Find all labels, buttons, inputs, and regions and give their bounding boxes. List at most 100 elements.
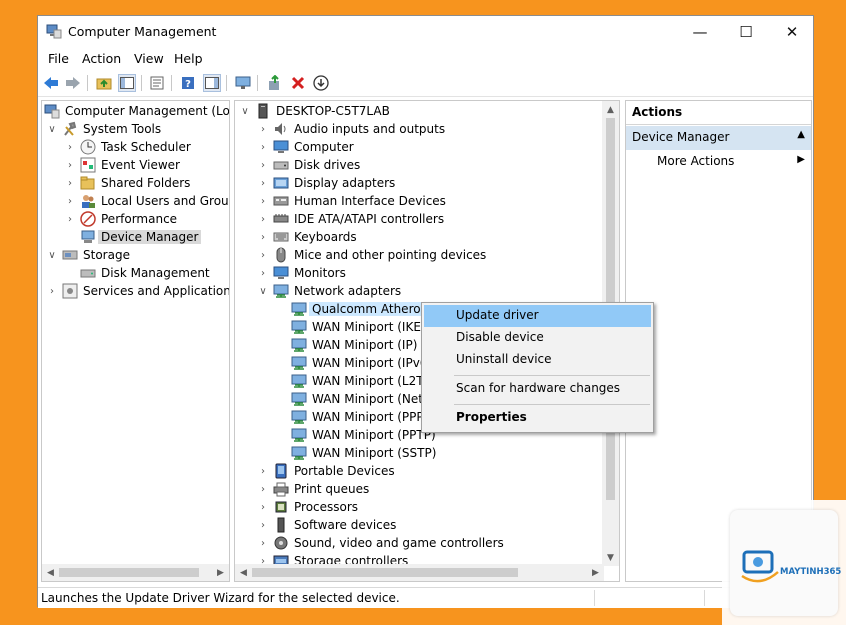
tree-item-keyboards[interactable]: › Keyboards	[257, 228, 357, 246]
tree-item-software-devices[interactable]: › Software devices	[257, 516, 396, 534]
tree-item-network-adapter[interactable]: WAN Miniport (PPTP)	[291, 426, 436, 444]
scroll-up-arrow[interactable]: ▲	[602, 101, 619, 118]
chevron-right-icon[interactable]: ›	[64, 174, 76, 192]
tree-item-processors[interactable]: › Processors	[257, 498, 358, 516]
tree-item-device-manager[interactable]: Device Manager	[80, 228, 202, 246]
chevron-down-icon[interactable]: ∨	[46, 120, 58, 138]
hid-icon	[273, 196, 289, 206]
chevron-down-icon[interactable]: ∨	[46, 246, 58, 264]
back-icon[interactable]	[42, 74, 60, 92]
console-icon[interactable]	[203, 74, 221, 92]
software-device-icon	[277, 517, 285, 533]
scroll-thumb[interactable]	[252, 568, 518, 577]
more-actions-item[interactable]: More Actions ▶	[626, 150, 811, 172]
up-folder-icon[interactable]	[95, 74, 113, 92]
chevron-right-icon[interactable]: ›	[257, 480, 269, 498]
close-button[interactable]: ✕	[769, 16, 815, 47]
scroll-right-arrow[interactable]: ▶	[587, 564, 604, 581]
scroll-right-arrow[interactable]: ▶	[212, 564, 229, 581]
tree-item-computer[interactable]: › Computer	[257, 138, 354, 156]
maximize-button[interactable]: ☐	[723, 16, 769, 47]
tree-item-disk-management[interactable]: Disk Management	[80, 264, 210, 282]
sound-icon	[274, 536, 288, 550]
chevron-right-icon[interactable]: ›	[257, 174, 269, 192]
horizontal-scrollbar[interactable]: ◀ ▶	[42, 564, 229, 581]
tree-item-network-adapter[interactable]: WAN Miniport (SSTP)	[291, 444, 436, 462]
chevron-right-icon[interactable]: ›	[46, 282, 58, 300]
menu-file[interactable]: File	[48, 51, 69, 66]
tree-item-mice-pointing[interactable]: › Mice and other pointing devices	[257, 246, 486, 264]
tree-item-network-adapter[interactable]: WAN Miniport (IP)	[291, 336, 417, 354]
horizontal-scrollbar[interactable]: ◀ ▶	[235, 564, 604, 581]
tree-item-computer-root[interactable]: ∨ DESKTOP-C5T7LAB	[239, 102, 390, 120]
chevron-down-icon[interactable]: ∨	[239, 102, 251, 120]
tree-item-system-tools[interactable]: ∨ System Tools	[46, 120, 161, 138]
tree-item-storage[interactable]: ∨ Storage	[46, 246, 130, 264]
menu-view[interactable]: View	[134, 51, 164, 66]
chevron-down-icon[interactable]: ∨	[257, 282, 269, 300]
minimize-button[interactable]: —	[677, 16, 723, 47]
tree-item-performance[interactable]: › Performance	[64, 210, 177, 228]
tree-item-display-adapters[interactable]: › Display adapters	[257, 174, 395, 192]
properties-icon[interactable]	[148, 74, 166, 92]
chevron-right-icon[interactable]: ›	[64, 138, 76, 156]
chevron-right-icon[interactable]: ›	[257, 264, 269, 282]
tree-item-task-scheduler[interactable]: › Task Scheduler	[64, 138, 191, 156]
menu-help[interactable]: Help	[174, 51, 203, 66]
chevron-right-icon[interactable]: ›	[64, 156, 76, 174]
tree-item-services-applications[interactable]: › Services and Applications	[46, 282, 229, 300]
help-icon[interactable]: ?	[179, 74, 197, 92]
uninstall-icon[interactable]	[289, 74, 307, 92]
menu-action[interactable]: Action	[82, 51, 121, 66]
monitor-icon[interactable]	[234, 74, 252, 92]
collapse-up-icon[interactable]: ▲	[797, 129, 805, 140]
tree-item-network-adapter[interactable]: WAN Miniport (L2TP	[291, 372, 431, 390]
chevron-right-icon[interactable]: ›	[257, 228, 269, 246]
chevron-right-icon[interactable]: ›	[64, 192, 76, 210]
tree-item-network-adapters[interactable]: ∨ Network adapters	[257, 282, 401, 300]
chevron-right-icon[interactable]: ›	[257, 534, 269, 552]
tree-item-computer-management[interactable]: Computer Management (Local	[44, 102, 229, 120]
tree-item-event-viewer[interactable]: › Event Viewer	[64, 156, 180, 174]
tree-item-shared-folders[interactable]: › Shared Folders	[64, 174, 190, 192]
chevron-right-icon[interactable]: ›	[257, 516, 269, 534]
download-icon[interactable]	[312, 74, 330, 92]
tree-item-network-adapter[interactable]: WAN Miniport (PPP	[291, 408, 424, 426]
menu-item-update-driver[interactable]: Update driver	[424, 305, 651, 327]
tree-item-ide-ata-atapi[interactable]: › IDE ATA/ATAPI controllers	[257, 210, 444, 228]
chevron-right-icon[interactable]: ›	[64, 210, 76, 228]
chevron-right-icon[interactable]: ›	[257, 156, 269, 174]
tree-item-sound-video-game[interactable]: › Sound, video and game controllers	[257, 534, 504, 552]
chevron-right-icon[interactable]: ›	[257, 246, 269, 264]
storage-icon	[62, 250, 78, 260]
chevron-right-icon[interactable]: ›	[257, 498, 269, 516]
tree-item-print-queues[interactable]: › Print queues	[257, 480, 369, 498]
scroll-left-arrow[interactable]: ◀	[42, 564, 59, 581]
actions-section-device-manager[interactable]: Device Manager ▲	[626, 126, 811, 150]
scroll-thumb[interactable]	[59, 568, 199, 577]
menu-item-properties[interactable]: Properties	[424, 407, 651, 429]
tree-item-portable-devices[interactable]: › Portable Devices	[257, 462, 395, 480]
tree-item-human-interface-devices[interactable]: › Human Interface Devices	[257, 192, 446, 210]
tree-item-network-adapter[interactable]: Qualcomm Atheros	[291, 300, 430, 318]
chevron-right-icon[interactable]: ›	[257, 138, 269, 156]
menu-item-scan-hardware[interactable]: Scan for hardware changes	[424, 378, 651, 400]
tree-item-disk-drives[interactable]: › Disk drives	[257, 156, 360, 174]
show-hide-tree-icon[interactable]	[118, 74, 136, 92]
chevron-right-icon[interactable]: ›	[257, 462, 269, 480]
scroll-down-arrow[interactable]: ▼	[602, 549, 619, 566]
update-driver-icon[interactable]	[266, 74, 284, 92]
chevron-right-icon[interactable]: ›	[257, 192, 269, 210]
tree-item-local-users[interactable]: › Local Users and Groups	[64, 192, 229, 210]
forward-icon[interactable]	[64, 74, 82, 92]
tree-item-monitors[interactable]: › Monitors	[257, 264, 346, 282]
tree-item-audio-inputs[interactable]: › Audio inputs and outputs	[257, 120, 445, 138]
chevron-right-icon[interactable]: ›	[257, 210, 269, 228]
tree-item-network-adapter[interactable]: WAN Miniport (IKEv	[291, 318, 428, 336]
scroll-left-arrow[interactable]: ◀	[235, 564, 252, 581]
tree-item-network-adapter[interactable]: WAN Miniport (Netw	[291, 390, 433, 408]
menu-item-uninstall-device[interactable]: Uninstall device	[424, 349, 651, 371]
menu-item-disable-device[interactable]: Disable device	[424, 327, 651, 349]
tree-item-network-adapter[interactable]: WAN Miniport (IPv6	[291, 354, 427, 372]
chevron-right-icon[interactable]: ›	[257, 120, 269, 138]
